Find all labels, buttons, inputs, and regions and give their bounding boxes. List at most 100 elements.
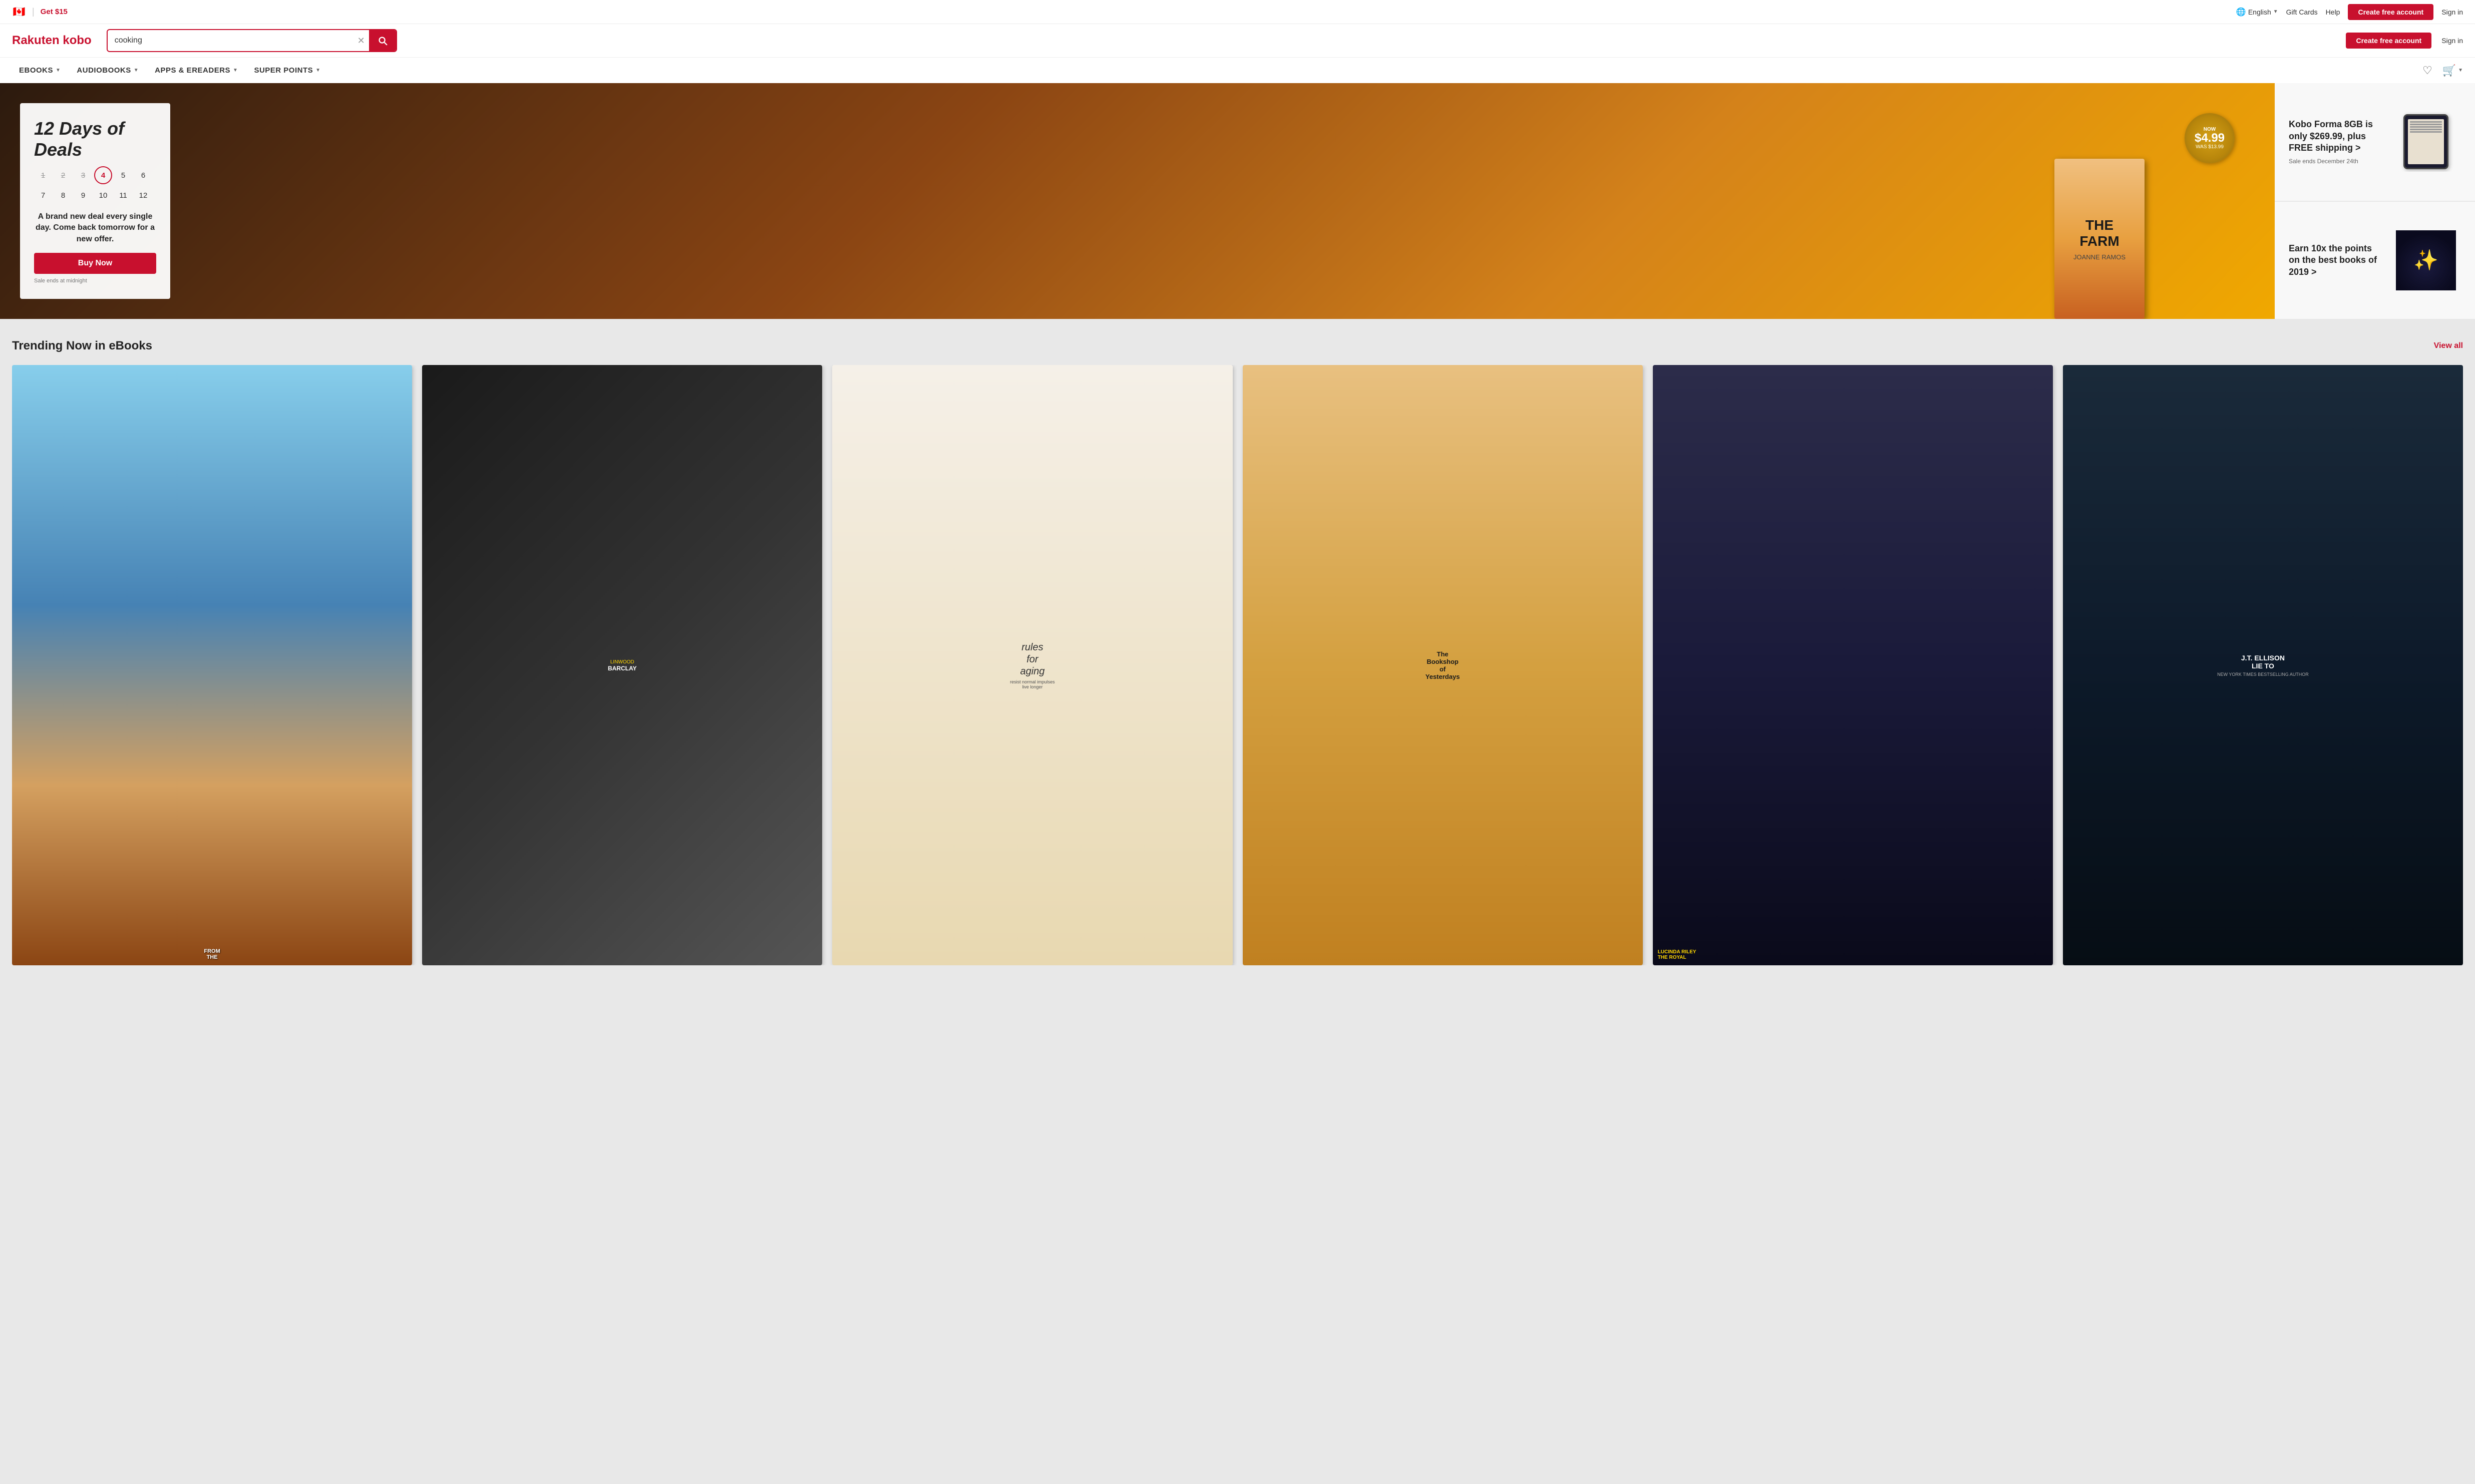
book-thumb-4: TheBookshopofYesterdays <box>1243 365 1643 965</box>
ebooks-chevron-icon: ▼ <box>56 68 61 73</box>
main-header: Rakuten kobo ✕ Create free account Sign … <box>0 24 2475 57</box>
book-thumb-5: LUCINDA RILEYTHE ROYAL <box>1653 365 2053 965</box>
book-title-5: LUCINDA RILEYTHE ROYAL <box>1658 949 1696 960</box>
screen-line-2 <box>2410 124 2442 125</box>
book-card-4[interactable]: TheBookshopofYesterdays <box>1243 365 1643 965</box>
book-title-6: J.T. ELLISONLIE TO <box>2241 654 2285 670</box>
day-6: 6 <box>134 166 152 184</box>
banner-book-cover: THE FARM JOANNE RAMOS <box>2054 159 2145 319</box>
create-account-button-header[interactable]: Create free account <box>2346 33 2431 49</box>
nav-ebooks-label: eBOOKS <box>19 66 53 75</box>
canada-flag-icon: 🇨🇦 <box>12 7 26 17</box>
book-cover-visual-1: FROMTHE <box>12 365 412 965</box>
nav-audiobooks-label: AUDIOBOOKS <box>77 66 131 75</box>
search-submit-button[interactable] <box>369 30 396 51</box>
screen-line-4 <box>2410 129 2442 130</box>
help-link[interactable]: Help <box>2326 8 2340 16</box>
logo[interactable]: Rakuten kobo <box>12 34 92 48</box>
price-was: WAS $13.99 <box>2196 144 2224 150</box>
screen-line-3 <box>2410 126 2442 128</box>
audiobooks-chevron-icon: ▼ <box>134 68 139 73</box>
search-input[interactable] <box>108 31 353 50</box>
sparkle-visual: ✨ <box>2396 230 2456 290</box>
buy-now-button[interactable]: Buy Now <box>34 253 156 274</box>
day-12: 12 <box>134 186 152 204</box>
language-label: English <box>2248 8 2271 16</box>
book-cover-visual-6: J.T. ELLISONLIE TO NEW YORK TIMES BESTSE… <box>2063 365 2463 965</box>
wishlist-icon[interactable]: ♡ <box>2422 64 2432 77</box>
book-thumb-6: J.T. ELLISONLIE TO NEW YORK TIMES BESTSE… <box>2063 365 2463 965</box>
top-bar-left: 🇨🇦 | Get $15 <box>12 7 68 17</box>
day-4: 4 <box>94 166 112 184</box>
books-row: FROMTHE LINWOOD BARCLAY rulesforaging re… <box>12 365 2463 965</box>
day-3: 3 <box>74 166 92 184</box>
book-title-2: BARCLAY <box>608 665 637 673</box>
nav-super-points[interactable]: SUPER POINTS ▼ <box>247 58 327 83</box>
book-title-4: TheBookshopofYesterdays <box>1426 650 1460 680</box>
book-title-1: FROMTHE <box>204 948 220 960</box>
deals-title: 12 Days of Deals <box>34 118 156 160</box>
side-banners: Kobo Forma 8GB is only $269.99, plus FRE… <box>2275 83 2475 319</box>
book-card-3[interactable]: rulesforaging resist normal impulseslive… <box>832 365 1232 965</box>
ereader-device-icon <box>2403 114 2448 169</box>
banner-content-left: 12 Days of Deals 1 2 3 4 5 6 7 8 9 10 11… <box>20 103 170 299</box>
day-10: 10 <box>94 186 112 204</box>
book-card-5[interactable]: LUCINDA RILEYTHE ROYAL <box>1653 365 2053 965</box>
book-cover-visual-2: LINWOOD BARCLAY <box>422 365 822 965</box>
screen-line-1 <box>2410 121 2442 123</box>
nav-superpoints-label: SUPER POINTS <box>254 66 313 75</box>
book-title-3: rulesforaging <box>1020 641 1044 677</box>
nav-audiobooks[interactable]: AUDIOBOOKS ▼ <box>70 58 146 83</box>
view-all-link[interactable]: View all <box>2434 341 2463 350</box>
sign-in-link[interactable]: Sign in <box>2441 8 2463 16</box>
nav-ebooks[interactable]: eBOOKS ▼ <box>12 58 68 83</box>
cart-chevron-icon: ▼ <box>2458 68 2463 73</box>
clear-search-button[interactable]: ✕ <box>353 32 369 50</box>
divider: | <box>32 7 35 17</box>
day-8: 8 <box>54 186 72 204</box>
create-account-button[interactable]: Create free account <box>2348 4 2433 20</box>
book-card-6[interactable]: J.T. ELLISONLIE TO NEW YORK TIMES BESTSE… <box>2063 365 2463 965</box>
book-subtitle-6: NEW YORK TIMES BESTSELLING AUTHOR <box>2217 672 2309 677</box>
day-1: 1 <box>34 166 52 184</box>
book-author-banner: JOANNE RAMOS <box>2073 253 2126 261</box>
trending-section-title: Trending Now in eBooks <box>12 339 152 353</box>
get-15-promo[interactable]: Get $15 <box>41 8 68 16</box>
nav-apps-label: APPS & eREADERS <box>155 66 230 75</box>
book-card-1[interactable]: FROMTHE <box>12 365 412 965</box>
kobo-forma-banner[interactable]: Kobo Forma 8GB is only $269.99, plus FRE… <box>2275 83 2475 201</box>
price-badge: NOW $4.99 WAS $13.99 <box>2185 113 2235 163</box>
day-5: 5 <box>114 166 132 184</box>
book-author-2: LINWOOD <box>610 659 634 665</box>
cart-icon: 🛒 <box>2442 64 2456 77</box>
book-card-2[interactable]: LINWOOD BARCLAY <box>422 365 822 965</box>
earn-points-banner[interactable]: Earn 10x the points on the best books of… <box>2275 202 2475 319</box>
apps-chevron-icon: ▼ <box>233 68 238 73</box>
search-bar: ✕ <box>107 29 397 52</box>
book-title-banner: THE FARM <box>2064 217 2135 249</box>
top-bar: 🇨🇦 | Get $15 🌐 English ▼ Gift Cards Help… <box>0 0 2475 24</box>
language-selector[interactable]: 🌐 English ▼ <box>2236 7 2278 17</box>
day-9: 9 <box>74 186 92 204</box>
earn-points-text: Earn 10x the points on the best books of… <box>2289 243 2383 278</box>
day-2: 2 <box>54 166 72 184</box>
gift-cards-link[interactable]: Gift Cards <box>2286 8 2318 16</box>
book-thumb-1: FROMTHE <box>12 365 412 965</box>
header-actions: Create free account Sign in <box>2346 33 2463 49</box>
kobo-forma-title: Kobo Forma 8GB is only $269.99, plus FRE… <box>2289 119 2383 154</box>
sign-in-link-header[interactable]: Sign in <box>2441 37 2463 45</box>
price-amount: $4.99 <box>2195 132 2225 144</box>
cart-wrapper[interactable]: 🛒 ▼ <box>2442 64 2463 77</box>
chevron-down-icon: ▼ <box>2273 9 2278 15</box>
banner-description: A brand new deal every single day. Come … <box>34 211 156 245</box>
kobo-forma-text: Kobo Forma 8GB is only $269.99, plus FRE… <box>2289 119 2383 165</box>
sale-note: Sale ends at midnight <box>34 278 156 284</box>
earn-points-image: ✨ <box>2391 230 2461 290</box>
nav-right-actions: ♡ 🛒 ▼ <box>2422 64 2463 77</box>
main-promo-banner[interactable]: 12 Days of Deals 1 2 3 4 5 6 7 8 9 10 11… <box>0 83 2275 319</box>
nav-apps-ereaders[interactable]: APPS & eREADERS ▼ <box>148 58 245 83</box>
earn-points-title: Earn 10x the points on the best books of… <box>2289 243 2383 278</box>
book-thumb-3: rulesforaging resist normal impulseslive… <box>832 365 1232 965</box>
section-header: Trending Now in eBooks View all <box>12 339 2463 353</box>
book-cover-visual-4: TheBookshopofYesterdays <box>1243 365 1643 965</box>
